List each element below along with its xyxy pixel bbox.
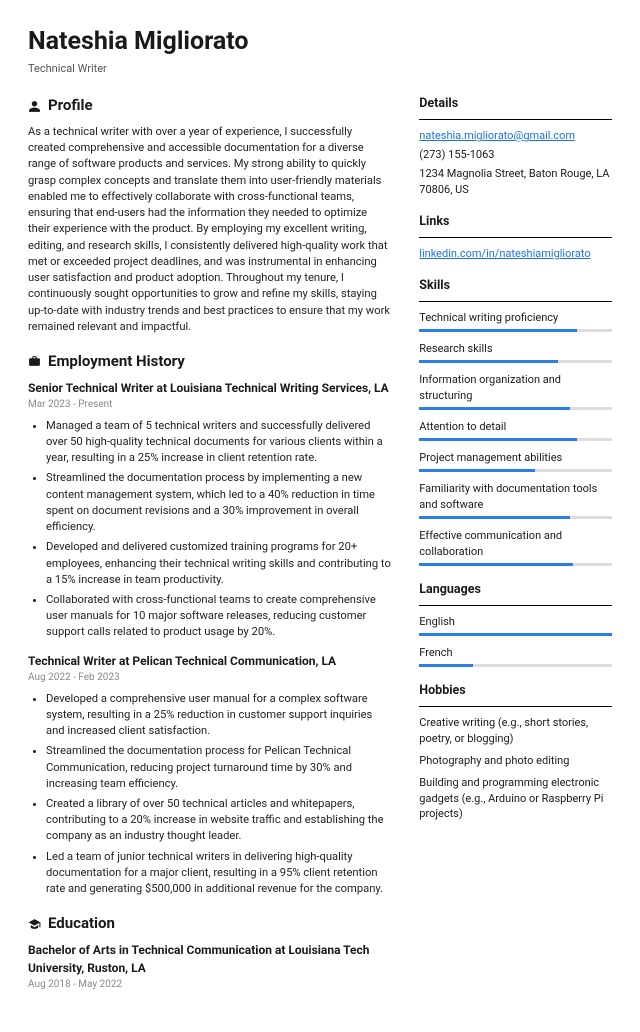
links-block: Links linkedin.com/in/nateshiamigliorato bbox=[419, 213, 612, 262]
divider bbox=[419, 706, 612, 707]
bullet: Led a team of junior technical writers i… bbox=[46, 849, 391, 898]
skill-item: Effective communication and collaboratio… bbox=[419, 528, 612, 566]
language-item: English bbox=[419, 614, 612, 636]
skill-bar bbox=[419, 469, 612, 472]
skill-item: Attention to detail bbox=[419, 419, 612, 441]
education-dates: Aug 2018 - May 2022 bbox=[28, 978, 391, 993]
details-heading: Details bbox=[419, 95, 612, 113]
language-name: French bbox=[419, 645, 612, 661]
skill-item: Project management abilities bbox=[419, 450, 612, 472]
skill-fill bbox=[419, 438, 577, 441]
job-dates: Aug 2022 - Feb 2023 bbox=[28, 671, 391, 686]
employment-heading: Employment History bbox=[48, 351, 185, 373]
skill-fill bbox=[419, 516, 569, 519]
languages-block: Languages English French bbox=[419, 581, 612, 667]
main-column: Profile As a technical writer with over … bbox=[28, 95, 391, 1008]
job-entry: Technical Writer at Pelican Technical Co… bbox=[28, 653, 391, 898]
person-icon bbox=[28, 100, 41, 113]
language-name: English bbox=[419, 614, 612, 630]
skill-fill bbox=[419, 329, 577, 332]
education-degree: Bachelor of Arts in Technical Communicat… bbox=[28, 942, 391, 977]
profile-heading: Profile bbox=[48, 95, 93, 117]
skill-name: Effective communication and collaboratio… bbox=[419, 528, 612, 560]
person-name: Nateshia Migliorato bbox=[28, 24, 612, 60]
skill-name: Research skills bbox=[419, 341, 612, 357]
profile-text: As a technical writer with over a year o… bbox=[28, 124, 391, 335]
bullet: Collaborated with cross-functional teams… bbox=[46, 592, 391, 641]
side-column: Details nateshia.migliorato@gmail.com (2… bbox=[419, 95, 612, 1008]
skill-item: Information organization and structuring bbox=[419, 372, 612, 410]
job-dates: Mar 2023 - Present bbox=[28, 398, 391, 413]
skills-block: Skills Technical writing proficiency Res… bbox=[419, 277, 612, 566]
email-link[interactable]: nateshia.migliorato@gmail.com bbox=[419, 129, 575, 142]
hobby-item: Photography and photo editing bbox=[419, 753, 612, 769]
skills-heading: Skills bbox=[419, 277, 612, 295]
skill-fill bbox=[419, 469, 535, 472]
bullet: Developed and delivered customized train… bbox=[46, 539, 391, 588]
skill-name: Information organization and structuring bbox=[419, 372, 612, 404]
language-fill bbox=[419, 633, 612, 636]
skill-fill bbox=[419, 407, 569, 410]
divider bbox=[419, 237, 612, 238]
briefcase-icon bbox=[28, 355, 41, 368]
skill-bar bbox=[419, 563, 612, 566]
skill-name: Familiarity with documentation tools and… bbox=[419, 481, 612, 513]
links-heading: Links bbox=[419, 213, 612, 231]
details-block: Details nateshia.migliorato@gmail.com (2… bbox=[419, 95, 612, 198]
profile-section: Profile As a technical writer with over … bbox=[28, 95, 391, 335]
address: 1234 Magnolia Street, Baton Rouge, LA 70… bbox=[419, 166, 612, 198]
skill-item: Familiarity with documentation tools and… bbox=[419, 481, 612, 519]
language-bar bbox=[419, 633, 612, 636]
hobbies-block: Hobbies Creative writing (e.g., short st… bbox=[419, 682, 612, 823]
job-title: Senior Technical Writer at Louisiana Tec… bbox=[28, 380, 391, 397]
bullet: Developed a comprehensive user manual fo… bbox=[46, 691, 391, 740]
resume-body: Profile As a technical writer with over … bbox=[28, 95, 612, 1008]
employment-section: Employment History Senior Technical Writ… bbox=[28, 351, 391, 897]
skill-fill bbox=[419, 360, 558, 363]
job-title: Technical Writer at Pelican Technical Co… bbox=[28, 653, 391, 670]
bullet: Streamlined the documentation process fo… bbox=[46, 743, 391, 792]
job-bullets: Managed a team of 5 technical writers an… bbox=[28, 418, 391, 641]
job-entry: Senior Technical Writer at Louisiana Tec… bbox=[28, 380, 391, 641]
skill-item: Research skills bbox=[419, 341, 612, 363]
skill-fill bbox=[419, 563, 573, 566]
skill-bar bbox=[419, 438, 612, 441]
language-bar bbox=[419, 664, 612, 667]
divider bbox=[419, 605, 612, 606]
job-bullets: Developed a comprehensive user manual fo… bbox=[28, 691, 391, 898]
skill-bar bbox=[419, 360, 612, 363]
skill-bar bbox=[419, 329, 612, 332]
skill-name: Project management abilities bbox=[419, 450, 612, 466]
person-role: Technical Writer bbox=[28, 61, 612, 77]
education-heading: Education bbox=[48, 913, 115, 935]
divider bbox=[419, 301, 612, 302]
skill-bar bbox=[419, 407, 612, 410]
skill-name: Attention to detail bbox=[419, 419, 612, 435]
language-item: French bbox=[419, 645, 612, 667]
linkedin-link[interactable]: linkedin.com/in/nateshiamigliorato bbox=[419, 247, 590, 260]
language-fill bbox=[419, 664, 473, 667]
bullet: Streamlined the documentation process by… bbox=[46, 470, 391, 535]
hobby-item: Building and programming electronic gadg… bbox=[419, 775, 612, 823]
hobby-item: Creative writing (e.g., short stories, p… bbox=[419, 715, 612, 747]
skill-name: Technical writing proficiency bbox=[419, 310, 612, 326]
skill-bar bbox=[419, 516, 612, 519]
divider bbox=[419, 119, 612, 120]
hobbies-heading: Hobbies bbox=[419, 682, 612, 700]
phone: (273) 155-1063 bbox=[419, 147, 612, 163]
resume-header: Nateshia Migliorato Technical Writer bbox=[28, 24, 612, 77]
graduation-cap-icon bbox=[28, 918, 41, 931]
languages-heading: Languages bbox=[419, 581, 612, 599]
bullet: Created a library of over 50 technical a… bbox=[46, 796, 391, 845]
bullet: Managed a team of 5 technical writers an… bbox=[46, 418, 391, 467]
education-section: Education Bachelor of Arts in Technical … bbox=[28, 913, 391, 992]
skill-item: Technical writing proficiency bbox=[419, 310, 612, 332]
